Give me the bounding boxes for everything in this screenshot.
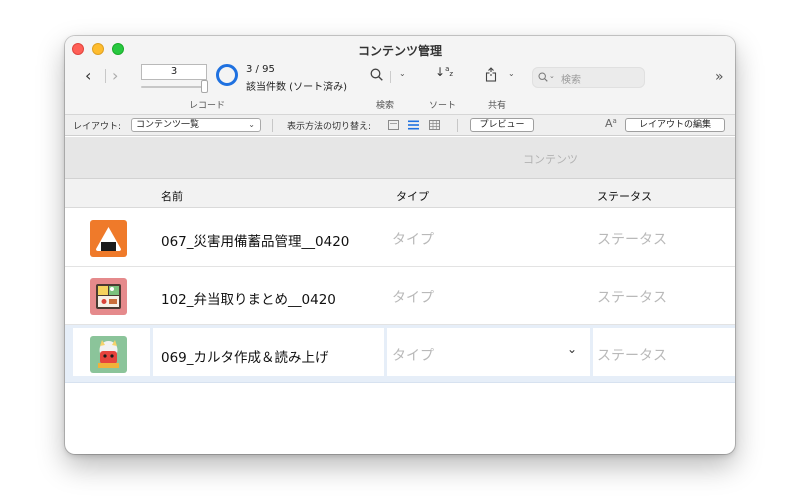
list-row-active[interactable]: 069_カルタ作成＆読み上げ タイプ ⌄ ステータス <box>65 325 735 383</box>
row-type[interactable]: タイプ <box>392 345 434 365</box>
window-title: コンテンツ管理 <box>357 44 442 58</box>
quick-find-field[interactable]: ⌄ 検索 <box>532 67 645 88</box>
layout-bar-divider <box>457 119 458 132</box>
app-window: コンテンツ管理 ‹ › 3 3 / 95 該当件数 (ソート済み) レコード ⌄… <box>65 36 735 454</box>
layout-bar-divider <box>272 119 273 132</box>
column-header-name[interactable]: 名前 <box>161 188 183 204</box>
sort-label: ソート <box>429 101 457 111</box>
preview-button[interactable]: プレビュー <box>470 118 534 132</box>
share-menu-chevron-icon[interactable]: ⌄ <box>508 69 515 78</box>
search-icon <box>538 72 548 82</box>
row-status[interactable]: ステータス <box>597 345 667 365</box>
toolbar-overflow-icon[interactable]: » <box>715 69 724 85</box>
find-icon[interactable] <box>370 68 383 81</box>
list-row[interactable]: 067_災害用備蓄品管理__0420 タイプ ステータス <box>65 209 735 267</box>
record-count: 3 / 95 <box>246 64 275 75</box>
next-record-icon[interactable]: › <box>112 68 118 84</box>
nav-divider <box>105 69 106 83</box>
share-label: 共有 <box>488 101 507 111</box>
column-header-status[interactable]: ステータス <box>597 188 652 204</box>
layout-header: コンテンツ <box>65 137 735 179</box>
row-type[interactable]: タイプ <box>392 229 434 249</box>
layout-select-value: コンテンツ一覧 <box>136 120 200 130</box>
record-progress-icon <box>216 64 238 86</box>
layout-select[interactable]: コンテンツ一覧 ⌄ <box>131 118 261 132</box>
chevron-down-icon: ⌄ <box>248 120 255 129</box>
record-label: レコード <box>189 101 226 111</box>
record-slider-thumb[interactable] <box>201 80 208 93</box>
quick-find-placeholder: 検索 <box>561 75 581 86</box>
header-title: コンテンツ <box>523 153 578 166</box>
search-options-chevron-icon[interactable]: ⌄ <box>549 72 555 80</box>
oni-icon <box>90 336 127 373</box>
share-icon[interactable] <box>485 67 497 82</box>
column-header-type[interactable]: タイプ <box>396 188 429 204</box>
toolbar: コンテンツ管理 ‹ › 3 3 / 95 該当件数 (ソート済み) レコード ⌄… <box>65 36 735 115</box>
find-divider <box>390 71 391 83</box>
list-row[interactable]: 102_弁当取りまとめ__0420 タイプ ステータス <box>65 267 735 325</box>
row-status[interactable]: ステータス <box>597 229 667 249</box>
record-slider[interactable] <box>141 86 207 88</box>
previous-record-icon[interactable]: ‹ <box>85 68 91 84</box>
row-status[interactable]: ステータス <box>597 287 667 307</box>
row-name[interactable]: 102_弁当取りまとめ__0420 <box>161 288 336 308</box>
row-name[interactable]: 069_カルタ作成＆読み上げ <box>161 346 329 366</box>
font-size-icon[interactable]: Aa <box>605 117 617 130</box>
view-as-label: 表示方法の切り替え: <box>287 122 372 132</box>
edit-layout-button[interactable]: レイアウトの編集 <box>625 118 725 132</box>
form-view-icon[interactable] <box>388 120 399 130</box>
list-view-icon[interactable] <box>408 120 419 130</box>
row-name[interactable]: 067_災害用備蓄品管理__0420 <box>161 230 349 250</box>
chevron-down-icon[interactable]: ⌄ <box>567 342 577 356</box>
sort-icon[interactable]: ↓az <box>435 65 453 79</box>
layout-label: レイアウト: <box>73 122 122 132</box>
onigiri-icon <box>90 220 127 257</box>
find-menu-chevron-icon[interactable]: ⌄ <box>399 69 406 78</box>
row-type[interactable]: タイプ <box>392 287 434 307</box>
table-view-icon[interactable] <box>429 120 440 130</box>
find-label: 検索 <box>376 101 395 111</box>
record-number-input[interactable]: 3 <box>141 64 207 80</box>
bento-icon <box>90 278 127 315</box>
column-header-row: 名前 タイプ ステータス <box>65 179 735 208</box>
found-count-label: 該当件数 (ソート済み) <box>246 82 347 93</box>
layout-bar: レイアウト: コンテンツ一覧 ⌄ 表示方法の切り替え: プレビュー Aa レイア… <box>65 115 735 136</box>
